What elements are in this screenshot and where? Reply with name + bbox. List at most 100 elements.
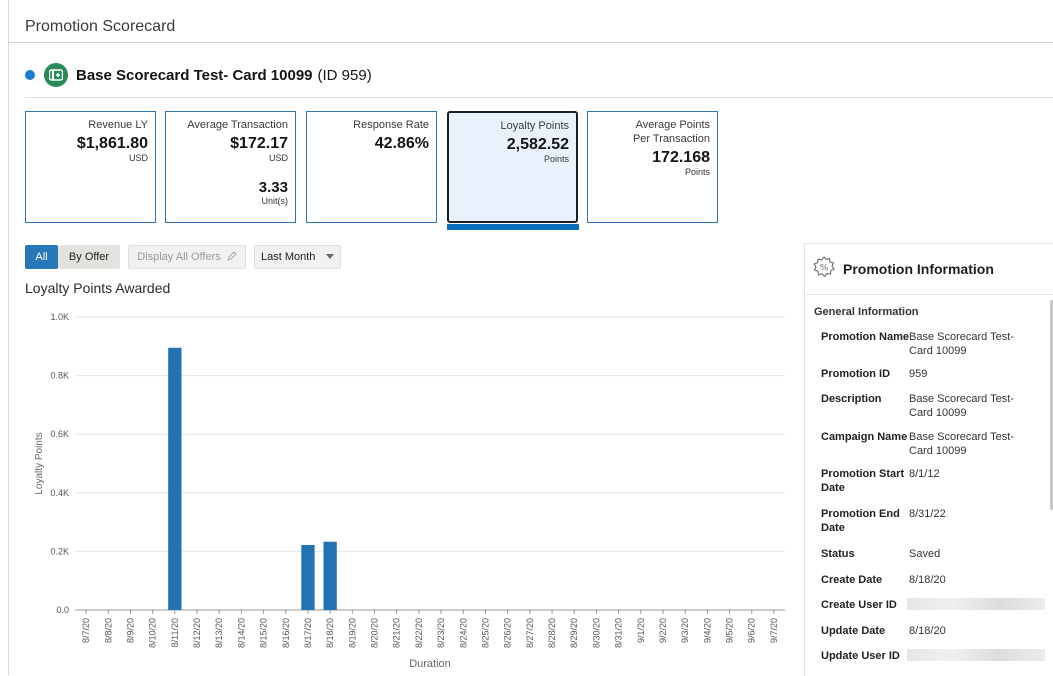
x-tick-label: 8/22/20 [414,618,424,648]
info-value: Base Scorecard Test- Card 10099 [909,393,1014,419]
x-tick-label: 8/27/20 [525,618,535,648]
pencil-icon [226,250,237,264]
x-tick-label: 8/19/20 [347,618,357,648]
kpi-card-average-transaction[interactable]: Average Transaction $172.17 USD 3.33 Uni… [165,111,296,223]
info-value: Base Scorecard Test- Card 10099 [909,431,1014,457]
info-key: Campaign Name [821,431,908,443]
x-tick-label: 8/16/20 [281,618,291,648]
status-dot-icon [25,70,35,80]
kpi-card-loyalty-points[interactable]: Loyalty Points 2,582.52 Points [447,111,578,223]
info-value: 8/31/22 [909,508,946,520]
x-tick-label: 8/24/20 [458,618,468,648]
all-button[interactable]: All [25,245,58,269]
info-key: Update User ID [821,650,900,662]
x-tick-label: 8/10/20 [148,618,158,648]
info-row: Status Saved [821,547,1039,561]
info-row: Promotion ID 959 [821,367,1039,381]
redacted-value [907,649,1045,661]
x-tick-label: 8/11/20 [170,618,180,647]
kpi-value: 172.168 [652,149,710,166]
left-border [8,0,9,675]
info-row: Campaign Name Base Scorecard Test- Card 1… [821,430,1039,458]
by-offer-button[interactable]: By Offer [58,245,120,269]
title-divider [9,42,1053,43]
y-tick-label: 0.6K [50,429,69,439]
promotion-badge-icon [44,63,68,87]
kpi-value: 2,582.52 [506,136,569,153]
x-tick-label: 8/18/20 [325,618,335,648]
info-key: Promotion Name [821,331,910,343]
kpi-card-average-points[interactable]: Average Points Per Transaction 172.168 P… [587,111,718,223]
x-tick-label: 9/3/20 [680,618,690,643]
kpi-unit: USD [128,153,148,163]
chevron-down-icon [326,251,335,263]
kpi-unit: USD [268,153,288,163]
period-select-value: Last Month [261,251,316,263]
y-tick-label: 0.4K [50,488,69,498]
info-key: Update Date [821,625,886,637]
x-tick-label: 8/9/20 [125,618,135,643]
kpi-card-response-rate[interactable]: Response Rate 42.86% [306,111,437,223]
promotion-id: (ID 959) [317,66,372,84]
bar-8/17/20 [301,544,315,610]
y-tick-label: 0.8K [50,371,69,381]
y-axis-title: Loyalty Points [34,432,45,494]
promotion-information-panel: % Promotion Information General Informat… [804,243,1053,676]
info-value: 8/18/20 [909,625,946,637]
x-tick-label: 8/15/20 [259,618,269,648]
info-value: 8/1/12 [909,468,940,480]
x-tick-label: 8/12/20 [192,618,202,648]
x-tick-label: 8/23/20 [436,618,446,648]
x-tick-label: 9/5/20 [725,618,735,643]
info-row: Promotion End Date 8/31/22 [821,507,1039,535]
x-tick-label: 9/6/20 [747,618,757,643]
selected-card-indicator [447,224,579,230]
kpi-unit: Points [543,154,569,164]
y-tick-label: 0.0 [56,605,69,615]
kpi-label: Revenue LY [88,119,148,131]
period-select[interactable]: Last Month [254,245,341,269]
x-tick-label: 9/4/20 [702,618,712,643]
x-tick-label: 8/31/20 [614,618,624,648]
x-tick-label: 8/26/20 [503,618,513,648]
info-row: Create Date 8/18/20 [821,573,1039,587]
y-tick-label: 1.0K [50,312,69,322]
x-tick-label: 8/25/20 [480,618,490,648]
info-value: 959 [909,368,928,380]
header-divider [25,97,1053,98]
x-tick-label: 8/7/20 [81,618,91,643]
x-tick-label: 8/20/20 [370,618,380,648]
x-tick-label: 8/14/20 [236,618,246,648]
kpi-label: Average Transaction [187,119,288,131]
x-tick-label: 8/17/20 [303,618,313,648]
info-key: Create Date [821,574,883,586]
section-general-information: General Information [814,306,919,318]
loyalty-points-chart: 0.0 0.2K 0.4K 0.6K 0.8K 1.0K 8/7/20 8/8/20 8/9/2… [34,312,785,670]
panel-title: Promotion Information [843,261,994,277]
promotion-name: Base Scorecard Test- Card 10099 [76,66,313,84]
info-key: Promotion ID [821,368,891,380]
info-value-redacted [907,598,1045,614]
bar-8/18/20 [323,541,337,610]
y-tick-label: 0.2K [50,546,69,556]
info-row: Promotion Start Date 8/1/12 [821,467,1039,495]
kpi-unit: Points [684,167,710,177]
info-value: 8/18/20 [909,574,946,586]
info-row: Update User ID [821,649,1045,665]
x-tick-label: 8/13/20 [214,618,224,648]
kpi-card-revenue-ly[interactable]: Revenue LY $1,861.80 USD [25,111,156,223]
info-key: Promotion Start Date [821,468,905,494]
kpi-value: $1,861.80 [76,135,148,152]
kpi-value: $172.17 [230,135,288,152]
display-all-offers-label: Display All Offers [137,251,221,263]
info-value-redacted [907,649,1045,665]
x-tick-label: 8/8/20 [103,618,113,643]
display-all-offers-button[interactable]: Display All Offers [128,245,246,269]
kpi-label: Response Rate [353,119,429,131]
x-tick-label: 8/30/20 [591,618,601,648]
x-axis-title: Duration [409,658,451,670]
x-tick-label: 8/21/20 [392,618,402,648]
info-row: Promotion Name Base Scorecard Test- Card … [821,330,1039,358]
x-tick-label: 9/7/20 [769,618,779,643]
kpi-secondary-unit: Unit(s) [261,196,289,206]
